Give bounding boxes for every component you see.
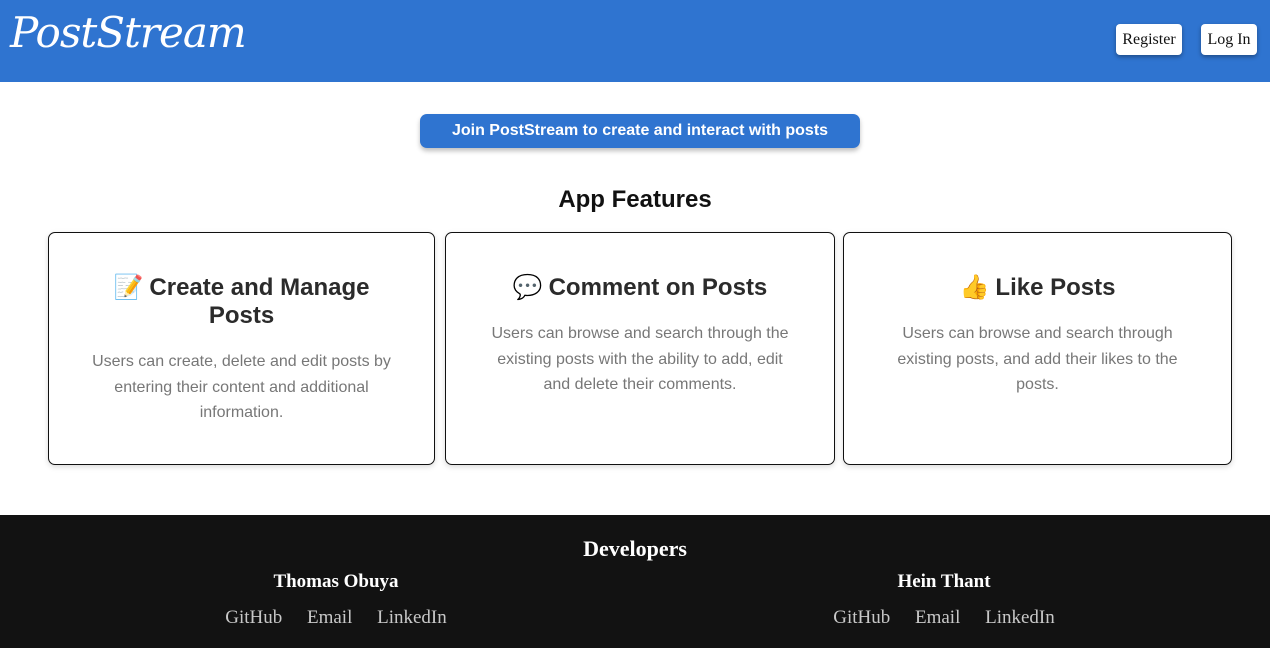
developers-heading: Developers — [583, 536, 687, 561]
features-heading: App Features — [558, 186, 712, 213]
feature-card-description: Users can browse and search through exis… — [897, 325, 1178, 393]
join-cta-button[interactable]: Join PostStream to create and interact w… — [420, 114, 860, 148]
developer-links: GitHub Email LinkedIn — [744, 607, 1144, 629]
developer-hein: Hein Thant GitHub Email LinkedIn — [744, 571, 1144, 629]
feature-card-like: 👍 Like Posts Users can browse and search … — [843, 232, 1232, 465]
developer-name: Hein Thant — [897, 571, 991, 592]
login-button[interactable]: Log In — [1201, 24, 1257, 55]
feature-card-title-text: Create and Manage Posts — [149, 274, 370, 329]
memo-icon: 📝 — [113, 273, 144, 301]
feature-card-title: 👍 Like Posts — [894, 273, 1181, 302]
feature-card-description: Users can browse and search through the … — [491, 325, 789, 393]
register-button[interactable]: Register — [1116, 24, 1182, 55]
developer-name: Thomas Obuya — [273, 571, 399, 592]
speech-bubble-icon: 💬 — [512, 273, 543, 301]
developer-thomas: Thomas Obuya GitHub Email LinkedIn — [136, 571, 536, 629]
feature-card-comment: 💬 Comment on Posts Users can browse and s… — [445, 232, 835, 465]
feature-card-description: Users can create, delete and edit posts … — [92, 353, 391, 421]
top-navbar: PostStream Register Log In — [0, 0, 1270, 82]
linkedin-link[interactable]: LinkedIn — [985, 607, 1055, 628]
feature-card-title: 📝 Create and Manage Posts — [99, 273, 384, 330]
feature-card-title: 💬 Comment on Posts — [496, 273, 784, 302]
app-logo[interactable]: PostStream — [10, 4, 247, 62]
feature-card-title-text: Comment on Posts — [548, 274, 768, 301]
linkedin-link[interactable]: LinkedIn — [377, 607, 447, 628]
footer: Developers Thomas Obuya GitHub Email Lin… — [0, 515, 1270, 648]
feature-card-create: 📝 Create and Manage Posts Users can creat… — [48, 232, 435, 465]
github-link[interactable]: GitHub — [225, 607, 282, 628]
feature-card-title-text: Like Posts — [995, 274, 1116, 301]
email-link[interactable]: Email — [307, 607, 352, 628]
developer-links: GitHub Email LinkedIn — [136, 607, 536, 629]
github-link[interactable]: GitHub — [833, 607, 890, 628]
thumbs-up-icon: 👍 — [959, 273, 990, 301]
email-link[interactable]: Email — [915, 607, 960, 628]
